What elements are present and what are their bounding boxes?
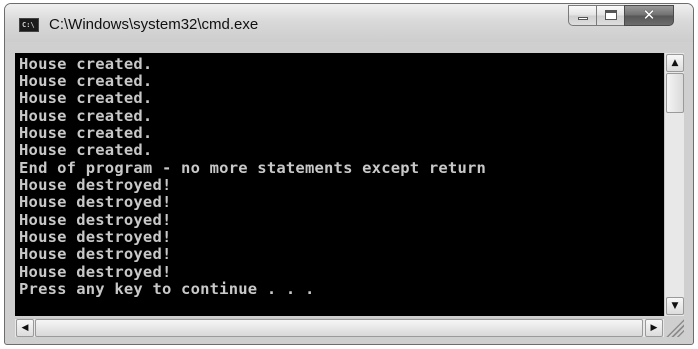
window-title: C:\Windows\system32\cmd.exe bbox=[49, 16, 259, 33]
cmd-app-icon[interactable]: C:\ bbox=[19, 18, 39, 32]
title-bar[interactable]: C:\ C:\Windows\system32\cmd.exe ✕ bbox=[5, 4, 693, 42]
console-line: House created. bbox=[19, 55, 153, 73]
console-line: Press any key to continue . . . bbox=[19, 280, 315, 298]
resize-grip-icon[interactable] bbox=[665, 319, 684, 337]
cmd-window: C:\ C:\Windows\system32\cmd.exe ✕ House … bbox=[4, 3, 694, 345]
console-line: House destroyed! bbox=[19, 245, 172, 263]
console-output[interactable]: House created. House created. House crea… bbox=[15, 53, 664, 316]
console-line: House created. bbox=[19, 89, 153, 107]
arrow-right-icon: ▶ bbox=[650, 323, 658, 333]
horizontal-scrollbar[interactable]: ◀ ▶ bbox=[15, 318, 664, 337]
console-line: House destroyed! bbox=[19, 263, 172, 281]
vertical-scroll-thumb[interactable] bbox=[666, 73, 684, 113]
console-line: House destroyed! bbox=[19, 193, 172, 211]
arrow-left-icon: ◀ bbox=[21, 323, 29, 333]
console-line: House destroyed! bbox=[19, 176, 172, 194]
scroll-right-button[interactable]: ▶ bbox=[645, 319, 663, 337]
console-line: House created. bbox=[19, 141, 153, 159]
close-button[interactable]: ✕ bbox=[624, 5, 674, 26]
maximize-button[interactable] bbox=[596, 5, 625, 26]
close-icon: ✕ bbox=[642, 6, 656, 24]
scroll-left-button[interactable]: ◀ bbox=[16, 319, 34, 337]
console-line: House created. bbox=[19, 107, 153, 125]
horizontal-scroll-thumb[interactable] bbox=[35, 319, 643, 337]
console-line: End of program - no more statements exce… bbox=[19, 159, 487, 177]
minimize-button[interactable] bbox=[568, 5, 597, 26]
console-line: House created. bbox=[19, 72, 153, 90]
arrow-down-icon: ▼ bbox=[671, 301, 679, 311]
scroll-up-button[interactable]: ▲ bbox=[666, 54, 684, 72]
scroll-down-button[interactable]: ▼ bbox=[666, 297, 684, 315]
maximize-icon bbox=[605, 10, 617, 20]
console-line: House destroyed! bbox=[19, 228, 172, 246]
console-line: House destroyed! bbox=[19, 211, 172, 229]
minimize-icon bbox=[578, 17, 588, 20]
console-line: House created. bbox=[19, 124, 153, 142]
arrow-up-icon: ▲ bbox=[671, 58, 679, 68]
vertical-scrollbar[interactable]: ▲ ▼ bbox=[664, 53, 684, 316]
